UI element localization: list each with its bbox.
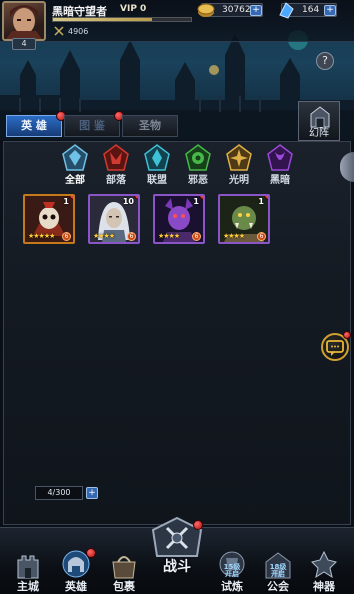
hero-rank-badge: 6 xyxy=(192,232,201,241)
top-status-bar: 黑暗守望者 VIP 0 4906 30762 + 164 + xyxy=(0,0,354,42)
hero-list-panel: 全部 部落 联盟 邪恶 光明 黑暗 1 ★★★★★ 6 10 ★★★★ 6 1 … xyxy=(3,141,351,525)
gold-coin-icon xyxy=(197,3,215,17)
nav-heroes-label: 英雄 xyxy=(65,580,87,593)
filter-all-label: 全部 xyxy=(65,175,85,186)
nav-main-city[interactable]: 主城 xyxy=(8,550,48,593)
gold-counter: 30762 + xyxy=(197,3,263,17)
hero-stars: ★★★★★ xyxy=(28,232,55,240)
filter-light[interactable]: 光明 xyxy=(220,144,258,186)
chat-button[interactable] xyxy=(321,331,351,361)
player-level-badge: 4 xyxy=(12,38,36,50)
evil-faction-icon xyxy=(185,144,211,171)
gem-value: 164 xyxy=(302,5,320,15)
tab-handbook-label: 图 鉴 xyxy=(79,119,105,132)
add-gems-button[interactable]: + xyxy=(324,5,336,16)
hero-count: 1 xyxy=(193,197,199,206)
nav-trial-unlock: 15级 开启 xyxy=(223,563,241,578)
notification-dot xyxy=(86,548,96,558)
nav-main-city-label: 主城 xyxy=(17,580,39,593)
filter-horde[interactable]: 部落 xyxy=(97,144,135,186)
chat-bubble-icon xyxy=(326,340,344,356)
filter-dark-label: 黑暗 xyxy=(270,175,290,186)
filter-alliance[interactable]: 联盟 xyxy=(138,144,176,186)
bag-icon xyxy=(112,556,136,579)
filter-all[interactable]: 全部 xyxy=(56,144,94,186)
light-faction-icon xyxy=(226,144,252,171)
nav-artifact[interactable]: 神器 xyxy=(304,550,344,593)
blue-gem-icon xyxy=(279,2,294,19)
add-gold-button[interactable]: + xyxy=(250,5,262,16)
help-button[interactable]: ? xyxy=(316,52,334,70)
hero-count: 1 xyxy=(258,197,264,206)
hero-tab-bar: 英 雄 图 鉴 圣物 xyxy=(6,111,178,137)
hero-stars: ★★★★ xyxy=(223,232,245,240)
filter-evil[interactable]: 邪恶 xyxy=(179,144,217,186)
hero-rank-badge: 6 xyxy=(62,232,71,241)
experience-bar xyxy=(52,17,192,22)
castle-icon xyxy=(17,555,39,579)
gold-value: 30762 xyxy=(222,5,251,15)
hero-count: 10 xyxy=(122,197,134,206)
tab-heroes[interactable]: 英 雄 xyxy=(6,111,66,137)
player-avatar[interactable] xyxy=(2,1,46,41)
combat-power: 4906 xyxy=(54,26,88,36)
bottom-navigation: 主城 英雄 包裹 战斗 15级 开启 试炼 18级 开启 公会 神器 xyxy=(0,516,354,594)
portal-gate-icon xyxy=(310,106,330,128)
gem-counter: 164 + xyxy=(279,2,337,19)
filter-horde-label: 部落 xyxy=(106,175,126,186)
hero-card[interactable]: 1 ★★★★ 6 xyxy=(153,194,205,244)
all-faction-icon xyxy=(62,144,88,171)
hero-rank-badge: 6 xyxy=(127,232,136,241)
illusion-array-button[interactable]: 幻阵 xyxy=(298,101,340,141)
expand-capacity-button[interactable]: + xyxy=(86,487,98,499)
hero-stars: ★★★★ xyxy=(158,232,180,240)
horde-faction-icon xyxy=(103,144,129,171)
hero-card[interactable]: 1 ★★★★★ 6 xyxy=(23,194,75,244)
notification-dot xyxy=(343,331,351,339)
nav-trial-label: 试炼 xyxy=(221,580,243,593)
nav-bag[interactable]: 包裹 xyxy=(104,550,144,593)
tab-relics[interactable]: 圣物 xyxy=(122,115,178,137)
dark-faction-icon xyxy=(267,144,293,171)
filter-alliance-label: 联盟 xyxy=(147,175,167,186)
hero-card[interactable]: 10 ★★★★ 6 xyxy=(88,194,140,244)
tab-relics-label: 圣物 xyxy=(139,119,161,132)
vip-level[interactable]: VIP 0 xyxy=(120,4,146,14)
nav-battle[interactable]: 战斗 xyxy=(147,516,207,586)
nav-guild-label: 公会 xyxy=(267,580,289,593)
crossed-swords-icon xyxy=(54,26,64,36)
hero-stars: ★★★★ xyxy=(93,232,115,240)
hero-rank-badge: 6 xyxy=(257,232,266,241)
filter-light-label: 光明 xyxy=(229,175,249,186)
nav-heroes[interactable]: 英雄 xyxy=(56,548,96,593)
nav-artifact-label: 神器 xyxy=(313,580,335,593)
hero-count: 1 xyxy=(63,197,69,206)
experience-fill xyxy=(53,18,153,21)
filter-dark[interactable]: 黑暗 xyxy=(261,144,299,186)
filter-evil-label: 邪恶 xyxy=(188,175,208,186)
nav-battle-label: 战斗 xyxy=(163,559,191,575)
illusion-array-label: 幻阵 xyxy=(309,128,329,139)
nav-bag-label: 包裹 xyxy=(113,580,135,593)
avatar-portrait-icon xyxy=(6,5,42,39)
hero-capacity: 4/300 xyxy=(35,486,83,500)
hero-grid: 1 ★★★★★ 6 10 ★★★★ 6 1 ★★★★ 6 1 ★★★★ 6 xyxy=(23,194,270,244)
alliance-faction-icon xyxy=(144,144,170,171)
nav-guild[interactable]: 18级 开启 公会 xyxy=(258,550,298,593)
artifact-icon xyxy=(311,550,337,579)
combat-power-value: 4906 xyxy=(68,26,89,36)
tab-heroes-label: 英 雄 xyxy=(21,119,47,132)
faction-filter-bar: 全部 部落 联盟 邪恶 光明 黑暗 xyxy=(56,144,306,186)
hero-card[interactable]: 1 ★★★★ 6 xyxy=(218,194,270,244)
nav-trial[interactable]: 15级 开启 试炼 xyxy=(212,550,252,593)
tab-handbook[interactable]: 图 鉴 xyxy=(64,111,124,137)
nav-guild-unlock: 18级 开启 xyxy=(269,563,287,578)
notification-dot xyxy=(193,520,203,530)
